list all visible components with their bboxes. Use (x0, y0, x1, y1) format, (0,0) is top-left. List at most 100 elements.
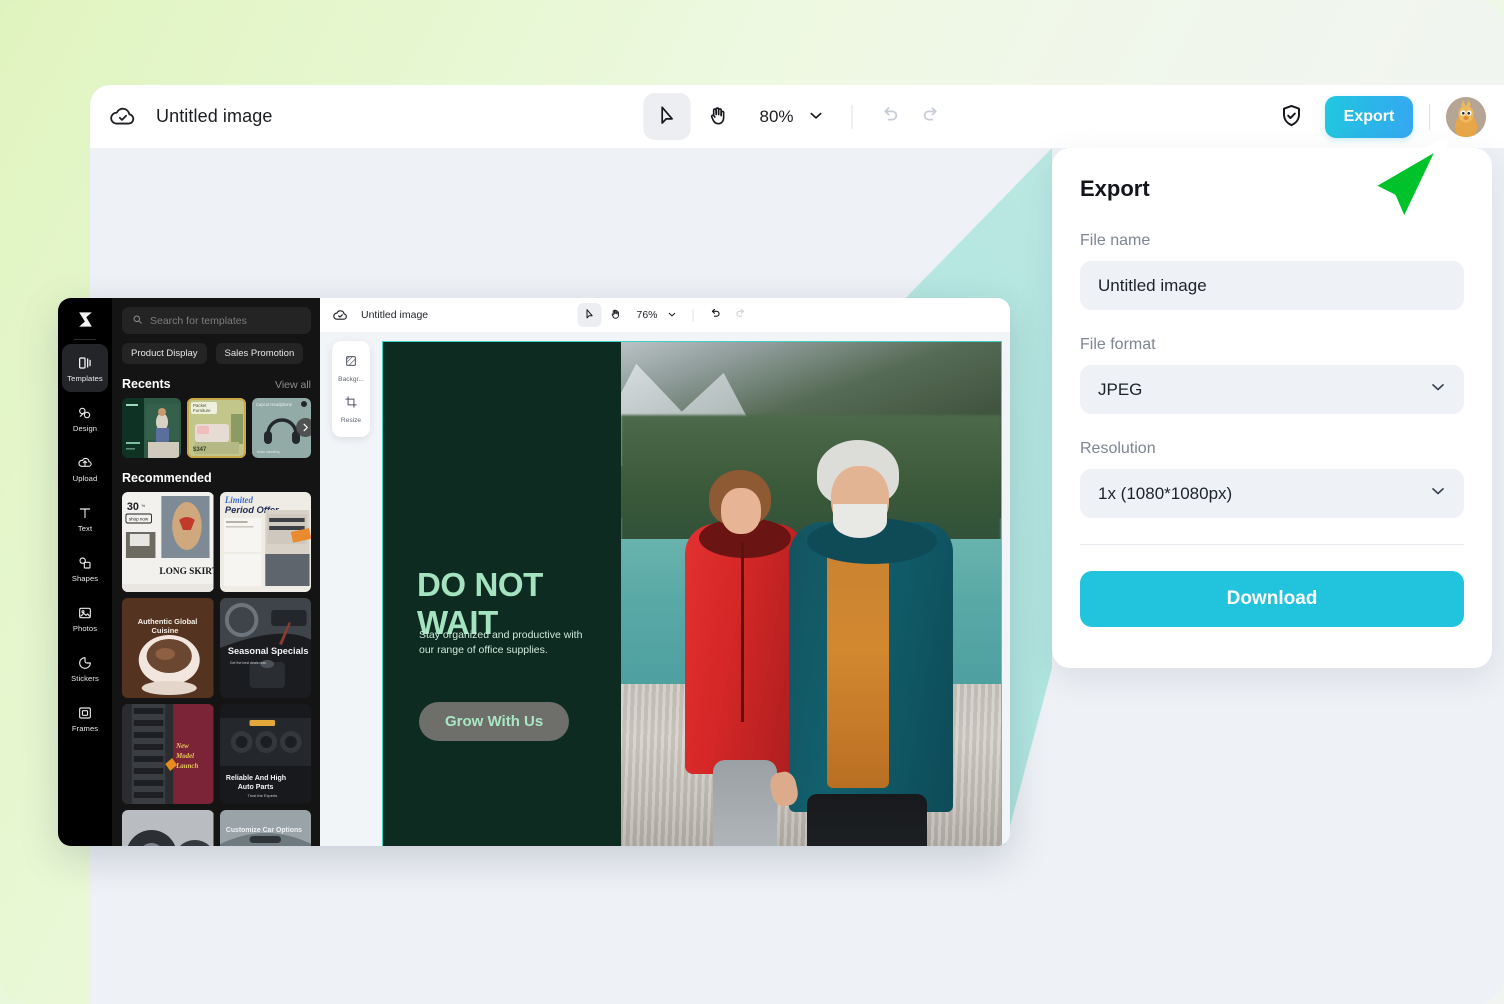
recommended-thumb-8[interactable]: Customize Car Options (219, 810, 311, 846)
zoom-dropdown-button[interactable] (798, 99, 834, 135)
chip-sales-promotion[interactable]: Sales Promotion (215, 343, 304, 364)
shield-check-icon (1279, 103, 1304, 131)
resolution-label: Resolution (1080, 440, 1156, 457)
editor-zoom-level: 76% (636, 309, 658, 321)
upload-icon (77, 454, 93, 472)
sidebar-item-stickers[interactable]: Stickers (62, 644, 108, 692)
zoom-level: 80% (759, 106, 794, 126)
recommended-thumb-1[interactable]: 30 % shop now LONG SKIRT (122, 492, 214, 592)
file-name-label: File name (1080, 232, 1151, 249)
hand-icon (609, 308, 621, 323)
svg-text:Get the best deals now: Get the best deals now (229, 661, 266, 665)
recent-thumb-3[interactable]: Capcut Headphone Noise canceling (252, 398, 311, 458)
file-format-select[interactable]: JPEG (1080, 365, 1464, 414)
user-avatar[interactable] (1446, 96, 1486, 137)
recommended-thumb-2[interactable]: Limited Period Offer (219, 492, 311, 592)
document-title: Untitled image (156, 106, 273, 126)
svg-text:Model: Model (175, 752, 194, 760)
svg-text:Customize Car Options: Customize Car Options (225, 827, 301, 834)
export-button[interactable]: Export (1325, 95, 1413, 138)
topbar-right: Export (1269, 85, 1486, 148)
svg-text:Trust the Experts: Trust the Experts (247, 793, 277, 798)
editor-main: Untitled image 76% Backgr... Resize DO N… (320, 298, 1010, 846)
chevron-down-icon (806, 106, 825, 128)
stickers-icon (77, 654, 93, 672)
photo-woman-legs (713, 760, 777, 846)
security-shield-button[interactable] (1269, 95, 1313, 139)
editor-undo-button[interactable] (703, 303, 727, 327)
recommended-thumb-3[interactable]: Authentic Global Cuisine (122, 598, 214, 698)
design-canvas[interactable]: DO NOT WAIT Stay organized and productiv… (382, 341, 1002, 846)
file-name-input[interactable]: Untitled image (1080, 261, 1464, 310)
svg-text:Seasonal Specials: Seasonal Specials (227, 646, 308, 656)
editor-zoom-dropdown-button[interactable] (660, 303, 684, 327)
shapes-icon (77, 554, 93, 572)
editor-toolbar-divider (692, 308, 694, 322)
hand-tool-button[interactable] (694, 93, 741, 140)
photo-man-beard (833, 504, 887, 538)
recent-thumb-2[interactable]: Packet Furniture $347 (187, 398, 246, 458)
svg-text:30: 30 (127, 501, 139, 513)
resize-tool-label: Resize (340, 417, 362, 424)
chip-product-display[interactable]: Product Display (122, 343, 207, 364)
resolution-select[interactable]: 1x (1080*1080px) (1080, 469, 1464, 518)
resize-tool-button[interactable]: Resize (332, 389, 370, 430)
svg-text:Reliable And High: Reliable And High (225, 774, 285, 782)
redo-icon (921, 104, 943, 129)
svg-text:%: % (142, 503, 146, 508)
editor-sidebar-rail: Templates Design Upload Text Shapes Phot… (58, 298, 112, 846)
editor-top-bar: Untitled image 76% (320, 298, 1010, 332)
download-button[interactable]: Download (1080, 571, 1464, 627)
svg-text:Authentic Global: Authentic Global (138, 617, 198, 626)
undo-icon (708, 307, 721, 323)
undo-button[interactable] (871, 98, 909, 136)
editor-hand-tool-button[interactable] (603, 303, 627, 327)
sidebar-item-shapes[interactable]: Shapes (62, 544, 108, 592)
topbar-right-divider (1429, 103, 1430, 130)
resolution-value: 1x (1080*1080px) (1098, 483, 1233, 503)
cursor-icon (583, 308, 595, 323)
sidebar-label: Stickers (71, 673, 99, 683)
editor-canvas-area: Backgr... Resize DO NOT WAIT Stay organi… (320, 332, 1010, 846)
editor-redo-button[interactable] (729, 303, 753, 327)
undo-icon (879, 104, 901, 129)
resize-icon (344, 395, 358, 414)
recents-row: Packet Furniture $347 Capcut Headphone N… (122, 398, 311, 458)
sidebar-item-frames[interactable]: Frames (62, 694, 108, 742)
template-filter-chips: Product Display Sales Promotion (122, 343, 311, 364)
sidebar-item-text[interactable]: Text (62, 494, 108, 542)
recommended-title: Recommended (122, 471, 212, 485)
sidebar-item-upload[interactable]: Upload (62, 444, 108, 492)
cursor-icon (655, 104, 678, 130)
capcut-logo (70, 305, 100, 333)
recommended-thumb-5[interactable]: New Model Launch (122, 704, 214, 804)
redo-button[interactable] (913, 98, 951, 136)
canvas-text-panel: DO NOT WAIT Stay organized and productiv… (383, 342, 621, 846)
search-templates-input[interactable]: Search for templates (122, 307, 311, 334)
recommended-thumb-7[interactable] (122, 810, 214, 846)
canvas-floating-toolbar: Backgr... Resize (332, 341, 370, 437)
view-all-link[interactable]: View all (275, 379, 311, 391)
cloud-saved-icon (332, 307, 349, 324)
design-icon (77, 404, 93, 422)
recommended-thumb-4[interactable]: Seasonal Specials Get the best deals now (219, 598, 311, 698)
canvas-photo (621, 342, 1001, 846)
photos-icon (77, 604, 93, 622)
svg-text:Noise canceling: Noise canceling (257, 450, 280, 454)
canvas-subtitle: Stay organized and productive with our r… (419, 629, 583, 657)
editor-cursor-tool-button[interactable] (577, 303, 602, 327)
sidebar-item-design[interactable]: Design (62, 394, 108, 442)
svg-text:$347: $347 (193, 447, 207, 453)
cursor-tool-button[interactable] (643, 93, 691, 140)
sidebar-item-photos[interactable]: Photos (62, 594, 108, 642)
svg-text:shop now: shop now (129, 517, 149, 522)
recents-next-button[interactable] (296, 418, 311, 437)
background-tool-button[interactable]: Backgr... (332, 348, 370, 389)
canvas-cta-button[interactable]: Grow With Us (419, 702, 570, 741)
sidebar-item-templates[interactable]: Templates (62, 344, 108, 392)
recommended-thumb-6[interactable]: Reliable And High Auto Parts Trust the E… (219, 704, 311, 804)
templates-icon (77, 354, 93, 372)
recent-thumb-1[interactable] (122, 398, 181, 458)
page-root: Untitled image 80% Export Export File na… (0, 0, 1504, 1004)
recommended-header: Recommended (122, 471, 311, 485)
